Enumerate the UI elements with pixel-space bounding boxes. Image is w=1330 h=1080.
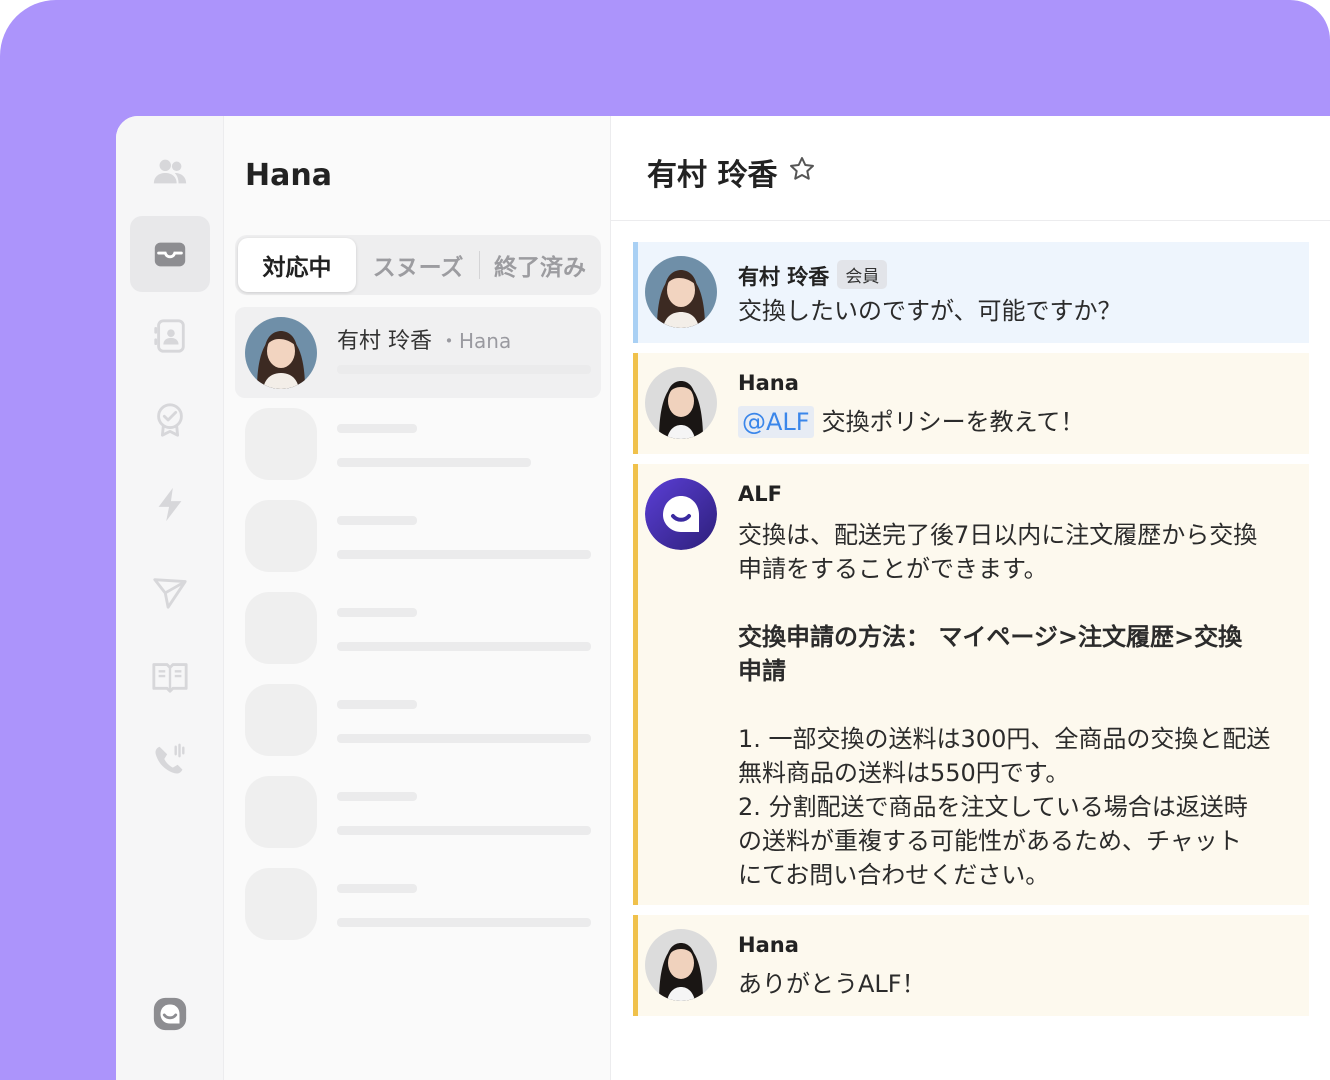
sender-name-text: 有村 玲香 xyxy=(738,265,830,289)
chat-panel: 有村 玲香 有村 玲香 会員 交換したいのですが、可能ですか？ Hana @ALF… xyxy=(611,116,1330,1080)
skeleton-line xyxy=(337,550,591,559)
badge-check-icon[interactable] xyxy=(130,382,210,458)
avatar xyxy=(245,317,317,389)
inbox-icon[interactable] xyxy=(130,216,210,292)
message-text: @ALF 交換ポリシーを教えて！ xyxy=(738,405,1084,439)
message-accent-bar xyxy=(633,242,638,343)
skeleton-avatar xyxy=(245,776,317,848)
skeleton-line xyxy=(337,700,417,709)
mention-tag[interactable]: @ALF xyxy=(738,406,814,438)
list-title: Hana xyxy=(245,158,332,193)
skeleton-line xyxy=(337,608,417,617)
message-line: 交換は、配送完了後7日以内に注文履歴から交換 xyxy=(738,521,1258,549)
app-logo-icon[interactable] xyxy=(130,976,210,1052)
conversation-item[interactable]: 有村 玲香 ・Hana xyxy=(235,307,601,398)
skeleton-line xyxy=(337,918,591,927)
message-line-bold: 申請 xyxy=(738,657,786,685)
message-text: 交換は、配送完了後7日以内に注文履歴から交換 申請をすることができます。 交換申… xyxy=(738,518,1270,892)
message-line: の送料が重複する可能性があるため、チャット xyxy=(738,827,1242,855)
tab-snoozed[interactable]: スヌーズ xyxy=(361,238,475,292)
avatar xyxy=(645,367,717,439)
chat-header: 有村 玲香 xyxy=(611,116,1330,221)
sender-name: 有村 玲香 会員 xyxy=(738,260,888,291)
nav-rail xyxy=(116,116,224,1080)
app-window: Hana 対応中 スヌーズ 終了済み 有村 玲香 ・Hana 有村 玲香 有村 … xyxy=(116,116,1330,1080)
message-accent-bar xyxy=(633,464,638,905)
preview-placeholder xyxy=(337,365,591,374)
message-line: 無料商品の送料は550円です。 xyxy=(738,759,1070,787)
skeleton-line xyxy=(337,516,417,525)
skeleton-avatar xyxy=(245,868,317,940)
conversation-list: Hana 対応中 スヌーズ 終了済み 有村 玲香 ・Hana xyxy=(224,116,611,1080)
star-icon[interactable] xyxy=(787,154,817,184)
tab-closed[interactable]: 終了済み xyxy=(483,238,597,292)
message-line: 2. 分割配送で商品を注文している場合は返送時 xyxy=(738,793,1248,821)
lightning-icon[interactable] xyxy=(130,466,210,542)
message-line: 申請をすることができます。 xyxy=(738,555,1048,583)
skeleton-avatar xyxy=(245,684,317,756)
skeleton-avatar xyxy=(245,408,317,480)
skeleton-line xyxy=(337,458,531,467)
message-customer: 有村 玲香 会員 交換したいのですが、可能ですか？ xyxy=(633,242,1309,343)
skeleton-avatar xyxy=(245,500,317,572)
phone-icon[interactable] xyxy=(130,722,210,798)
assignee-name: ・Hana xyxy=(439,329,512,353)
message-accent-bar xyxy=(633,915,638,1016)
send-icon[interactable] xyxy=(130,554,210,630)
people-icon[interactable] xyxy=(130,134,210,210)
sender-name: ALF xyxy=(738,482,782,506)
skeleton-line xyxy=(337,792,417,801)
message-bot: ALF 交換は、配送完了後7日以内に注文履歴から交換 申請をすることができます。… xyxy=(633,464,1309,905)
skeleton-avatar xyxy=(245,592,317,664)
member-badge: 会員 xyxy=(837,260,888,289)
sender-name: Hana xyxy=(738,371,799,395)
message-text: 交換したいのですが、可能ですか？ xyxy=(738,297,1122,325)
tab-open[interactable]: 対応中 xyxy=(238,238,356,292)
contact-card-icon[interactable] xyxy=(130,298,210,374)
message-accent-bar xyxy=(633,353,638,454)
conversation-name: 有村 玲香 ・Hana xyxy=(337,323,511,355)
message-agent: Hana @ALF 交換ポリシーを教えて！ xyxy=(633,353,1309,454)
tab-divider xyxy=(479,251,480,279)
avatar xyxy=(645,929,717,1001)
skeleton-line xyxy=(337,826,591,835)
skeleton-line xyxy=(337,642,591,651)
skeleton-line xyxy=(337,884,417,893)
avatar xyxy=(645,256,717,328)
message-line-bold: 交換申請の方法： マイページ>注文履歴>交換 xyxy=(738,623,1243,651)
bot-avatar xyxy=(645,478,717,550)
customer-name: 有村 玲香 xyxy=(337,329,432,354)
message-agent: Hana ありがとうALF！ xyxy=(633,915,1309,1016)
message-line: 1. 一部交換の送料は300円、全商品の交換と配送 xyxy=(738,725,1271,753)
message-text-content: 交換ポリシーを教えて！ xyxy=(821,408,1085,436)
message-text: ありがとうALF！ xyxy=(738,970,926,998)
skeleton-line xyxy=(337,424,417,433)
book-icon[interactable] xyxy=(130,638,210,714)
status-tabs: 対応中 スヌーズ 終了済み xyxy=(235,235,601,295)
chat-title: 有村 玲香 xyxy=(647,158,778,193)
message-line: にてお問い合わせください。 xyxy=(738,861,1050,889)
sender-name: Hana xyxy=(738,933,799,957)
skeleton-line xyxy=(337,734,591,743)
